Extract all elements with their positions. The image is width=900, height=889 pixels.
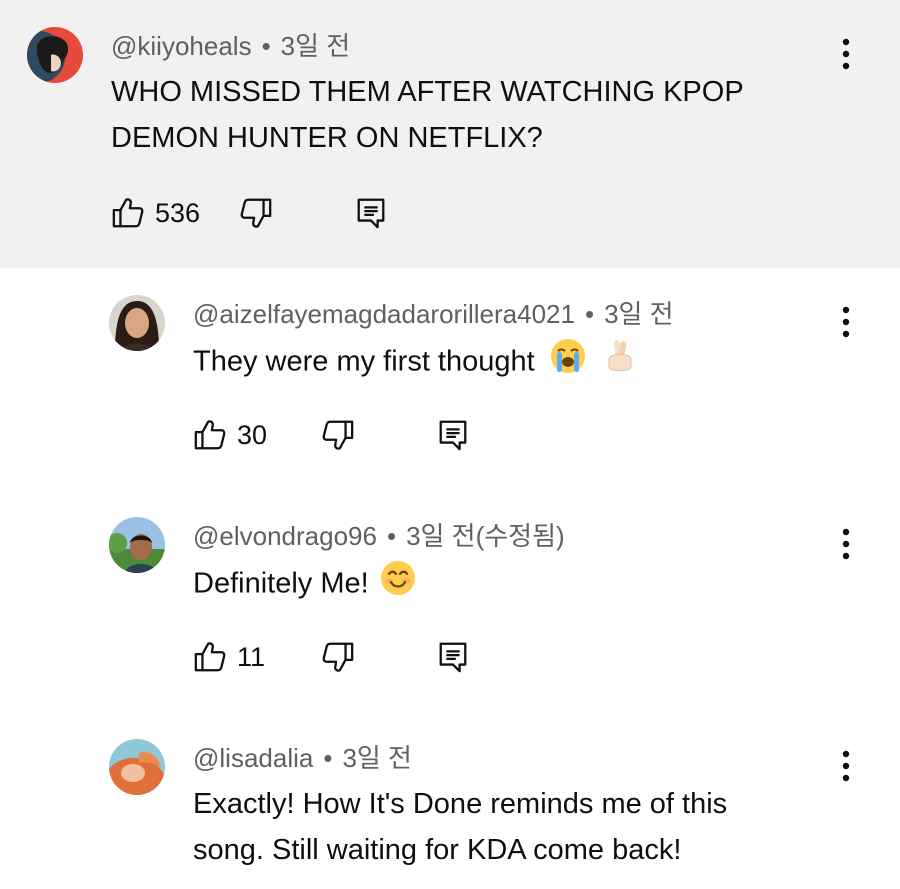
dislike-button[interactable] <box>321 637 355 677</box>
like-count: 536 <box>155 197 201 228</box>
more-options-button[interactable] <box>834 746 858 786</box>
comment-text: Exactly! How It's Done reminds me of thi… <box>193 781 727 873</box>
reply-icon <box>436 418 470 452</box>
timestamp[interactable]: 3일 전 <box>281 31 351 61</box>
smiling-face-emoji <box>379 559 417 611</box>
crossed-fingers-emoji <box>601 337 639 389</box>
comment-text-line: WHO MISSED THEM AFTER WATCHING KPOP <box>111 76 744 108</box>
meta-separator: • <box>261 31 271 61</box>
meta-separator: • <box>323 743 333 773</box>
avatar[interactable] <box>27 27 83 83</box>
thumbs-down-icon <box>239 196 273 230</box>
thumbs-down-icon <box>321 418 355 452</box>
like-button[interactable]: 30 <box>193 415 267 455</box>
comment-text-line: DEMON HUNTER ON NETFLIX? <box>111 122 543 154</box>
username[interactable]: @kiiyoheals <box>111 31 252 61</box>
thumbs-up-icon <box>193 640 227 674</box>
reply-button[interactable] <box>436 637 470 677</box>
avatar[interactable] <box>109 295 165 351</box>
avatar[interactable] <box>109 739 165 795</box>
thumbs-up-icon <box>111 196 145 230</box>
like-count: 11 <box>237 641 266 672</box>
timestamp[interactable]: 3일 전 <box>604 299 674 329</box>
comment-meta: @kiiyoheals • 3일 전 <box>111 31 350 61</box>
username[interactable]: @aizelfayemagdadarorillera4021 <box>193 299 575 329</box>
reply-button[interactable] <box>354 193 388 233</box>
reply-button[interactable] <box>436 415 470 455</box>
dislike-button[interactable] <box>239 193 273 233</box>
more-vert-icon <box>834 746 858 786</box>
meta-separator: • <box>386 521 397 551</box>
username[interactable]: @elvondrago96 <box>193 521 377 551</box>
like-button[interactable]: 11 <box>193 637 265 677</box>
highlighted-comment: @kiiyoheals • 3일 전 WHO MISSED THEM AFTER W… <box>0 0 900 268</box>
reply-comment: @elvondrago96 • 3일 전(수정됨) Definitely Me! 1… <box>0 490 900 712</box>
timestamp[interactable]: 3일 전(수정됨) <box>406 521 565 551</box>
thumbs-up-icon <box>193 418 227 452</box>
meta-separator: • <box>584 299 595 329</box>
thumbs-down-icon <box>321 640 355 674</box>
comment-text: They were my first thought <box>193 337 639 389</box>
comment-text-line: song. Still waiting for KDA come back! <box>193 834 682 866</box>
comment-text: Definitely Me! <box>193 559 417 611</box>
more-options-button[interactable] <box>834 524 858 564</box>
dislike-button[interactable] <box>321 415 355 455</box>
comment-meta: @aizelfayemagdadarorillera4021 • 3일 전 <box>193 299 674 329</box>
reply-comment: @lisadalia • 3일 전 Exactly! How It's Done r… <box>0 712 900 889</box>
more-options-button[interactable] <box>834 302 858 342</box>
comment-text: WHO MISSED THEM AFTER WATCHING KPOP DEMO… <box>111 69 744 161</box>
avatar[interactable] <box>109 517 165 573</box>
comment-actions: 11 <box>193 637 493 677</box>
like-button[interactable]: 536 <box>111 193 200 233</box>
reply-icon <box>436 640 470 674</box>
comment-meta: @elvondrago96 • 3일 전(수정됨) <box>193 521 565 551</box>
reply-icon <box>354 196 388 230</box>
more-vert-icon <box>834 34 858 74</box>
comment-meta: @lisadalia • 3일 전 <box>193 743 412 773</box>
more-options-button[interactable] <box>834 34 858 74</box>
comment-text-content: They were my first thought <box>193 345 535 378</box>
reply-comment: @aizelfayemagdadarorillera4021 • 3일 전 They… <box>0 268 900 490</box>
loudly-crying-face-emoji <box>549 337 587 389</box>
more-vert-icon <box>834 302 858 342</box>
comment-text-content: Definitely Me! <box>193 567 369 600</box>
timestamp[interactable]: 3일 전 <box>342 743 412 773</box>
comment-actions: 30 <box>193 415 493 455</box>
username[interactable]: @lisadalia <box>193 743 313 773</box>
like-count: 30 <box>237 419 268 450</box>
more-vert-icon <box>834 524 858 564</box>
comment-text-line: Exactly! How It's Done reminds me of thi… <box>193 788 728 820</box>
comment-actions: 536 <box>111 193 411 233</box>
